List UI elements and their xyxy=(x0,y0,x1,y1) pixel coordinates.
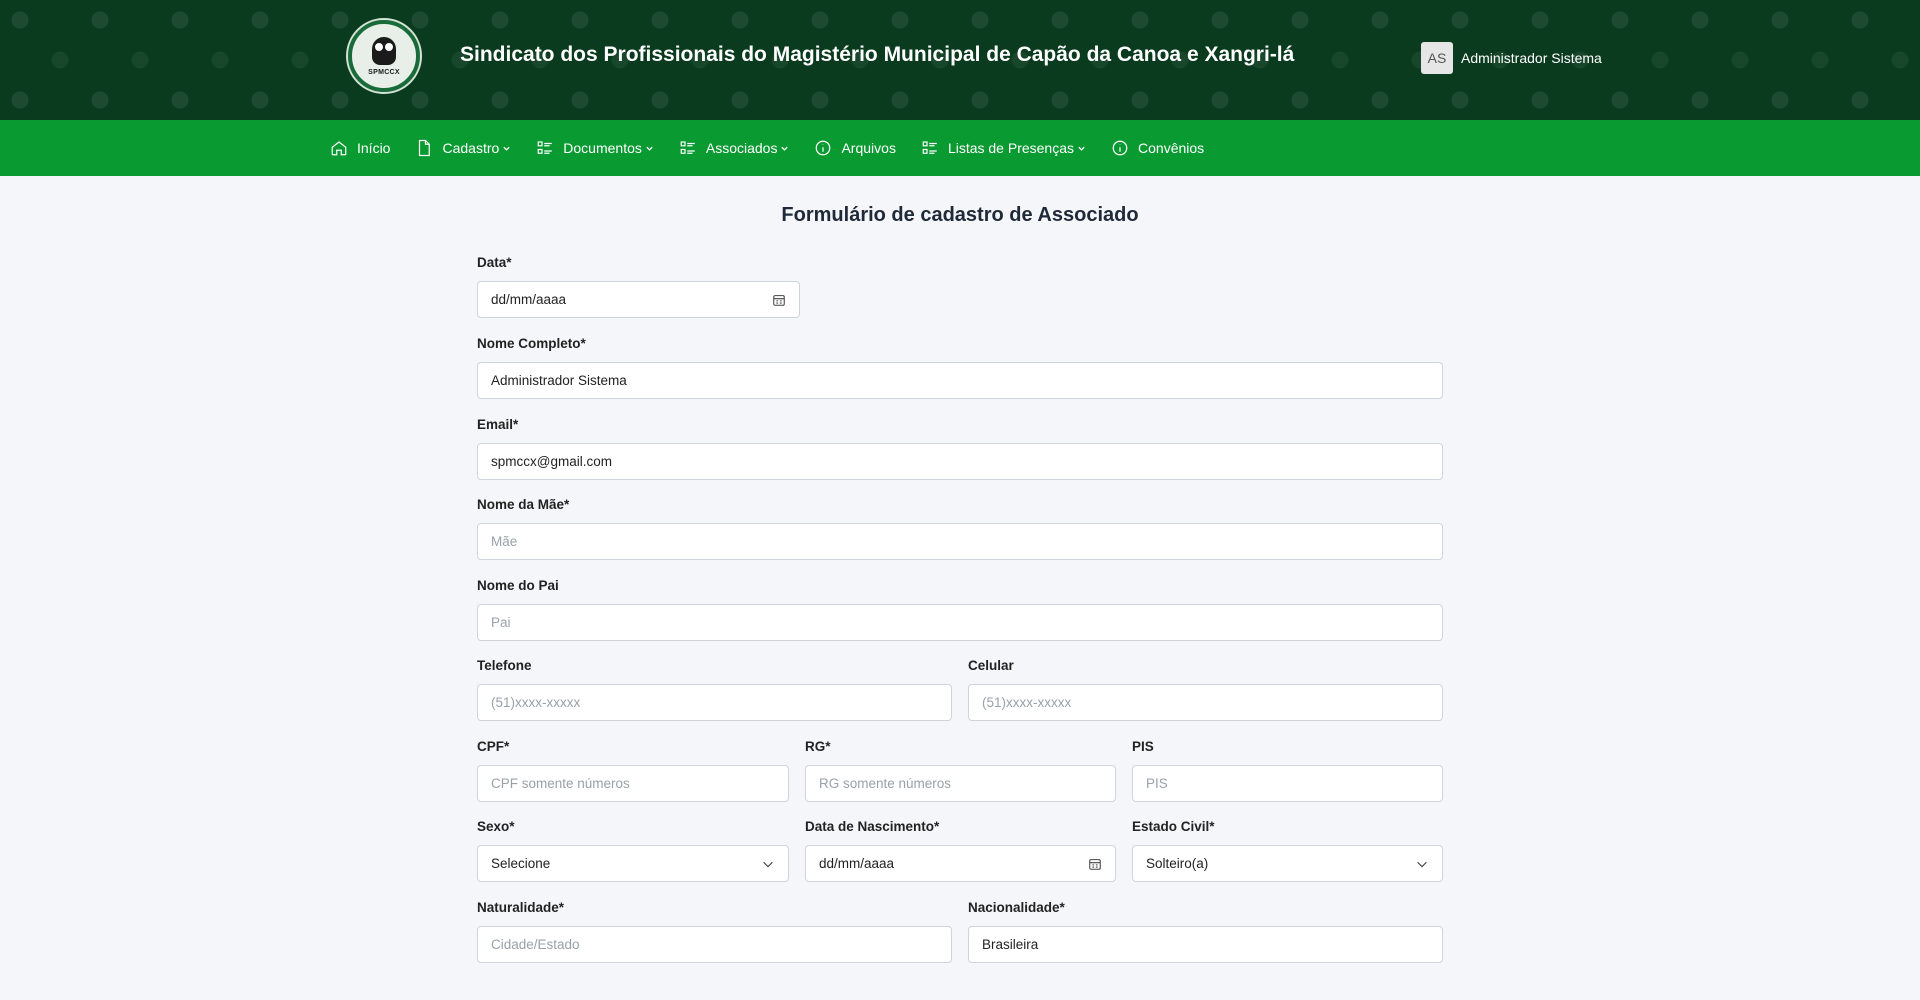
telefone-input[interactable] xyxy=(477,684,952,721)
top-header: SPMCCX Sindicato dos Profissionais do Ma… xyxy=(0,0,1920,120)
nav-label: Associados xyxy=(705,140,778,156)
union-logo[interactable]: SPMCCX xyxy=(348,20,420,92)
calendar-icon[interactable] xyxy=(1088,857,1102,871)
list-icon xyxy=(921,139,939,157)
rg-input[interactable] xyxy=(805,765,1116,802)
site-title: Sindicato dos Profissionais do Magistéri… xyxy=(460,43,1295,66)
sexo-label: Sexo* xyxy=(477,819,515,834)
info-icon xyxy=(814,139,832,157)
avatar[interactable]: AS xyxy=(1421,42,1453,74)
nav-item-convenios[interactable]: Convênios xyxy=(1111,139,1204,157)
data-label: Data* xyxy=(477,255,512,270)
nav-item-arquivos[interactable]: Arquivos xyxy=(814,139,896,157)
pai-label: Nome do Pai xyxy=(477,578,559,593)
nascimento-label: Data de Nascimento* xyxy=(805,819,940,834)
nav-label: Arquivos xyxy=(841,140,896,156)
celular-label: Celular xyxy=(968,658,1014,673)
nav-label: Documentos xyxy=(563,140,642,156)
email-input[interactable] xyxy=(477,443,1443,480)
nav-item-cadastro[interactable]: Cadastro xyxy=(415,139,511,157)
nav-item-associados[interactable]: Associados xyxy=(679,139,790,157)
data-date-value: dd/mm/aaaa xyxy=(491,292,567,307)
nacionalidade-label: Nacionalidade* xyxy=(968,900,1065,915)
logo-text: SPMCCX xyxy=(368,68,400,76)
nome-label: Nome Completo* xyxy=(477,336,586,351)
data-date-input[interactable]: dd/mm/aaaa xyxy=(477,281,800,318)
home-icon xyxy=(330,139,348,157)
user-menu[interactable]: AS Administrador Sistema xyxy=(1421,42,1602,74)
calendar-icon[interactable] xyxy=(772,293,786,307)
chevron-down-icon xyxy=(780,144,789,153)
sexo-select[interactable]: Selecione xyxy=(477,845,789,882)
sexo-value: Selecione xyxy=(491,856,551,871)
chevron-down-icon xyxy=(502,144,511,153)
cpf-input[interactable] xyxy=(477,765,789,802)
nav-label: Convênios xyxy=(1138,140,1205,156)
mae-label: Nome da Mãe* xyxy=(477,497,570,512)
nacionalidade-input[interactable] xyxy=(968,926,1443,963)
nome-mae-input[interactable] xyxy=(477,523,1443,560)
nome-pai-input[interactable] xyxy=(477,604,1443,641)
telefone-label: Telefone xyxy=(477,658,532,673)
nav-item-documentos[interactable]: Documentos xyxy=(536,139,654,157)
info-icon xyxy=(1111,139,1129,157)
chevron-down-icon xyxy=(1415,857,1429,871)
nav-item-inicio[interactable]: Início xyxy=(330,139,390,157)
naturalidade-label: Naturalidade* xyxy=(477,900,565,915)
chevron-down-icon xyxy=(761,857,775,871)
rg-label: RG* xyxy=(805,739,831,754)
nav-item-listas-presencas[interactable]: Listas de Presenças xyxy=(921,139,1086,157)
nav-label: Cadastro xyxy=(442,140,500,156)
nav-label: Listas de Presenças xyxy=(947,140,1075,156)
nome-completo-input[interactable] xyxy=(477,362,1443,399)
naturalidade-input[interactable] xyxy=(477,926,952,963)
cpf-label: CPF* xyxy=(477,739,510,754)
pis-label: PIS xyxy=(1132,739,1154,754)
list-icon xyxy=(679,139,697,157)
estado-civil-select[interactable]: Solteiro(a) xyxy=(1132,845,1443,882)
chevron-down-icon xyxy=(645,144,654,153)
nascimento-date-input[interactable]: dd/mm/aaaa xyxy=(805,845,1116,882)
nav-label: Início xyxy=(357,140,391,156)
estado-civil-value: Solteiro(a) xyxy=(1146,856,1209,871)
main-nav: Início Cadastro Documentos Associados Ar… xyxy=(0,120,1920,176)
page-title: Formulário de cadastro de Associado xyxy=(781,204,1139,226)
document-icon xyxy=(415,139,433,157)
estado-civil-label: Estado Civil* xyxy=(1132,819,1215,834)
chevron-down-icon xyxy=(1077,144,1086,153)
nascimento-value: dd/mm/aaaa xyxy=(819,856,895,871)
email-label: Email* xyxy=(477,417,519,432)
celular-input[interactable] xyxy=(968,684,1443,721)
user-name[interactable]: Administrador Sistema xyxy=(1461,50,1602,66)
pis-input[interactable] xyxy=(1132,765,1443,802)
owl-icon xyxy=(372,36,396,65)
list-icon xyxy=(536,139,554,157)
